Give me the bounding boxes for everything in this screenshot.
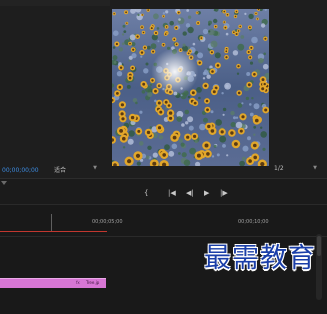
mark-in-button[interactable]: { (144, 189, 148, 197)
preview-frame (112, 9, 269, 166)
fx-badge: fx (76, 280, 80, 285)
step-back-button[interactable]: ◀| (186, 189, 194, 197)
watermark-logo: 最需教育 (204, 243, 316, 274)
zoom-fit-select[interactable]: 适合 ▼ (54, 165, 100, 175)
timeline-playhead[interactable] (51, 214, 52, 232)
work-area-bar[interactable] (0, 231, 107, 232)
monitor-time-ruler[interactable] (0, 178, 327, 186)
ruler-label: 00;00;05;00 (92, 219, 123, 225)
timeline-ruler[interactable]: 00;00;05;00 00;00;10;00 (0, 219, 327, 231)
vertical-scrollbar[interactable] (316, 234, 322, 300)
clip-name: Tree.jp (86, 280, 100, 285)
ruler-label: 00;00;10;00 (238, 219, 269, 225)
chevron-down-icon: ▼ (93, 165, 97, 171)
playhead-timecode[interactable]: 00;00;00;00 (2, 167, 39, 174)
sunflower-field-image (112, 9, 269, 166)
scrollbar-thumb[interactable] (317, 236, 321, 256)
play-button[interactable]: ▶ (204, 189, 209, 197)
zoom-fit-value: 适合 (54, 167, 67, 174)
resolution-value: 1/2 (274, 165, 284, 172)
step-forward-button[interactable]: |▶ (220, 189, 228, 197)
go-to-in-button[interactable]: |◀ (168, 189, 176, 197)
monitor-playhead-handle[interactable] (1, 181, 7, 185)
playback-resolution-select[interactable]: 1/2 ▼ (274, 165, 320, 175)
chevron-down-icon: ▼ (313, 165, 317, 171)
transport-controls: { |◀ ◀| ▶ |▶ (140, 189, 240, 201)
panel-tab-strip[interactable] (0, 0, 110, 6)
timeline-clip[interactable]: fx Tree.jp (0, 278, 106, 288)
